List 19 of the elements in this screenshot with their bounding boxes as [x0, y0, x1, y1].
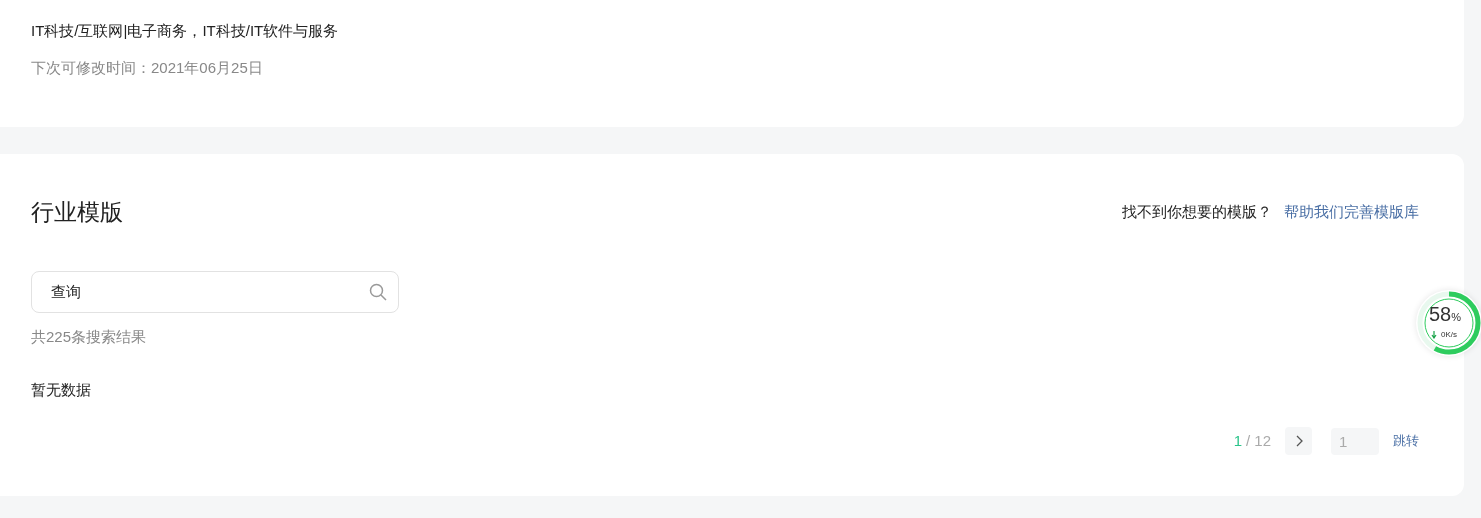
current-page: 1: [1233, 430, 1242, 451]
jump-button[interactable]: 跳转: [1393, 431, 1419, 451]
help-link[interactable]: 帮助我们完善模版库: [1284, 200, 1419, 224]
search-icon[interactable]: [369, 283, 387, 301]
chevron-right-icon: [1294, 435, 1303, 447]
next-page-button[interactable]: [1285, 427, 1312, 455]
industry-text: IT科技/互联网|电子商务，IT科技/IT软件与服务: [31, 21, 339, 41]
speed-value: 0K/s: [1441, 330, 1457, 340]
percent-value: 58: [1429, 304, 1452, 324]
result-count: 共225条搜索结果: [31, 327, 147, 347]
empty-text: 暂无数据: [31, 379, 91, 400]
next-edit-time: 下次可修改时间：2021年06月25日: [31, 58, 263, 78]
percent-unit: %: [1451, 311, 1462, 324]
prompt-text: 找不到你想要的模版？: [1122, 201, 1272, 222]
total-pages: / 12: [1245, 430, 1271, 451]
section-title: 行业模版: [31, 198, 123, 227]
search-field[interactable]: 查询: [31, 271, 399, 313]
down-arrow-icon: [1431, 331, 1437, 339]
progress-ring-icon: [1416, 290, 1481, 356]
